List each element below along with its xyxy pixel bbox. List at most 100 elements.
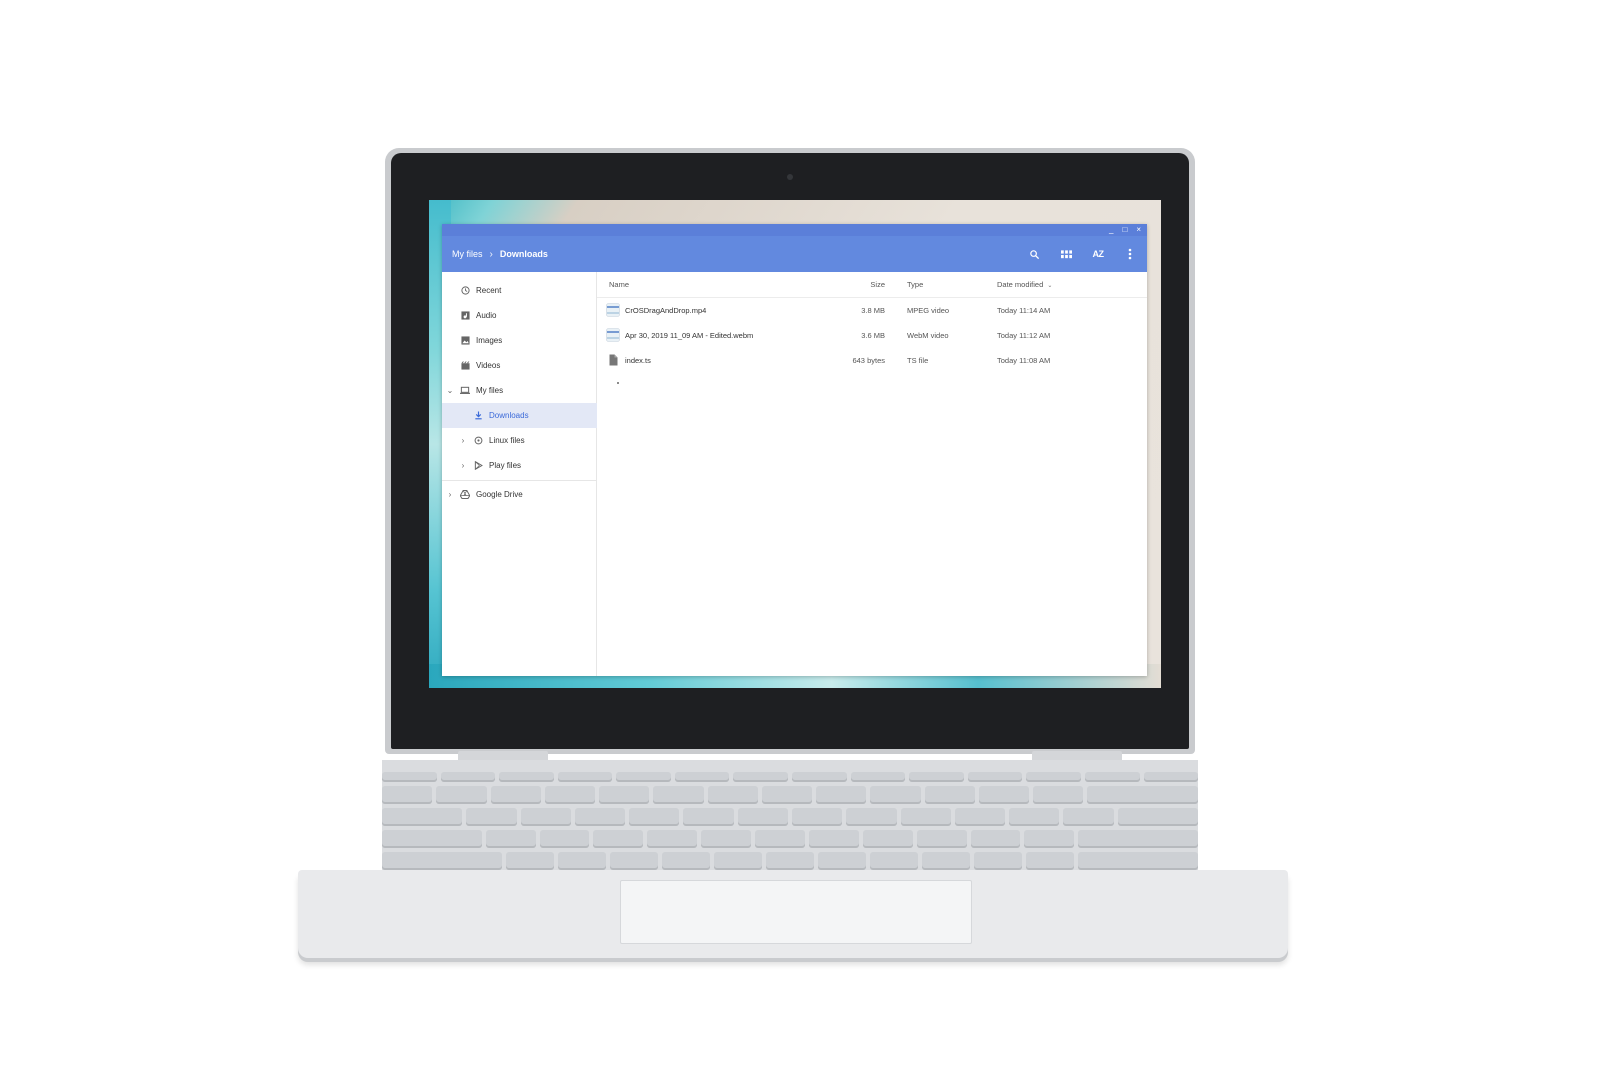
key [574, 808, 626, 826]
drive-icon [460, 490, 470, 500]
key [909, 772, 964, 782]
key [436, 786, 487, 804]
key [818, 852, 866, 870]
maximize-button[interactable]: □ [1122, 224, 1127, 236]
key [610, 852, 658, 870]
key [382, 786, 433, 804]
key [967, 772, 1023, 782]
file-date: Today 11:14 AM [997, 306, 1051, 315]
key [629, 808, 680, 826]
file-name: Apr 30, 2019 11_09 AM - Edited.webm [625, 331, 754, 340]
key [707, 786, 758, 804]
sidebar-item-label: Images [476, 336, 503, 345]
chevron-right-icon[interactable]: › [459, 461, 467, 470]
file-size: 3.8 MB [861, 306, 885, 315]
file-date: Today 11:08 AM [997, 356, 1051, 365]
video-thumbnail-icon [606, 303, 620, 317]
key [1033, 786, 1084, 804]
key [1026, 852, 1074, 870]
camera-icon [787, 174, 793, 180]
search-icon [1029, 249, 1039, 259]
key [970, 830, 1021, 848]
video-thumbnail-icon [606, 328, 620, 342]
key [382, 808, 463, 826]
sidebar-item-videos[interactable]: Videos [442, 353, 614, 378]
key [900, 808, 951, 826]
chevron-down-icon[interactable]: ⌄ [446, 386, 454, 395]
minimize-button[interactable]: _ [1109, 224, 1113, 236]
key [862, 830, 913, 848]
close-button[interactable]: × [1136, 224, 1141, 236]
key [850, 772, 906, 782]
audio-icon [460, 311, 470, 321]
sidebar-item-label: Linux files [489, 436, 525, 445]
key [792, 808, 843, 826]
chevron-right-icon[interactable]: › [459, 436, 467, 445]
key [1063, 808, 1114, 826]
column-header-type[interactable]: Type [907, 272, 923, 297]
key [440, 772, 496, 782]
window-controls: _ □ × [1109, 224, 1141, 236]
more-menu-button[interactable] [1123, 247, 1137, 261]
video-icon [460, 361, 470, 371]
breadcrumb-downloads[interactable]: Downloads [500, 249, 548, 259]
sidebar-item-label: Downloads [489, 411, 529, 420]
column-header-name[interactable]: Name [609, 272, 629, 297]
sidebar-divider [442, 480, 596, 481]
sidebar-item-label: Audio [476, 311, 497, 320]
file-row-edited-webm[interactable]: Apr 30, 2019 11_09 AM - Edited.webm 3.6 … [597, 323, 1147, 348]
key [974, 852, 1022, 870]
key [978, 786, 1030, 804]
file-list-header: Name Size Type Date modified ⌄ [597, 272, 1147, 298]
key [683, 808, 734, 826]
grid-view-button[interactable] [1059, 247, 1073, 261]
file-name: CrOSDragAndDrop.mp4 [625, 306, 707, 315]
chevron-right-icon[interactable]: › [446, 490, 454, 499]
key [1087, 786, 1199, 804]
keyboard-row [382, 786, 1199, 804]
app-header: My files › Downloads AZ [442, 236, 1147, 272]
file-row-crosdraganddrop[interactable]: CrOSDragAndDrop.mp4 3.8 MB MPEG video To… [597, 298, 1147, 323]
key [733, 772, 789, 782]
linux-icon [473, 436, 483, 446]
sidebar-item-my-files[interactable]: ⌄ My files [442, 378, 600, 403]
file-name: index.ts [625, 356, 651, 365]
cursor-dot [617, 382, 619, 384]
key [653, 786, 704, 804]
sidebar-item-recent[interactable]: Recent [442, 278, 614, 303]
key [846, 808, 897, 826]
key [662, 852, 710, 870]
key [792, 772, 847, 782]
key [714, 852, 762, 870]
sidebar-item-label: Google Drive [476, 490, 523, 499]
column-header-size[interactable]: Size [870, 272, 885, 297]
file-icon [609, 354, 618, 366]
key [539, 830, 590, 848]
file-row-index-ts[interactable]: index.ts 643 bytes TS file Today 11:08 A… [597, 348, 1147, 373]
keyboard [382, 772, 1199, 878]
sidebar-item-play-files[interactable]: › Play files [442, 453, 613, 478]
key [557, 772, 613, 782]
key [701, 830, 752, 848]
column-header-date[interactable]: Date modified ⌄ [997, 272, 1052, 299]
breadcrumb-my-files[interactable]: My files [452, 249, 483, 259]
sort-button[interactable]: AZ [1091, 247, 1105, 261]
key [737, 808, 789, 826]
sidebar-item-linux-files[interactable]: › Linux files [442, 428, 613, 453]
sidebar-item-google-drive[interactable]: › Google Drive [442, 482, 600, 507]
breadcrumb-separator: › [489, 248, 493, 260]
column-header-date-label: Date modified [997, 280, 1044, 289]
search-button[interactable] [1027, 247, 1041, 261]
key [1078, 830, 1199, 848]
image-icon [460, 336, 470, 346]
sidebar-item-images[interactable]: Images [442, 328, 614, 353]
file-size: 643 bytes [852, 356, 885, 365]
keyboard-row [382, 808, 1199, 826]
file-size: 3.6 MB [861, 331, 885, 340]
window-titlebar[interactable]: _ □ × [442, 224, 1147, 236]
key [808, 830, 859, 848]
keyboard-row [382, 830, 1199, 848]
key [616, 772, 671, 782]
key [1117, 808, 1199, 826]
sidebar-item-audio[interactable]: Audio [442, 303, 614, 328]
